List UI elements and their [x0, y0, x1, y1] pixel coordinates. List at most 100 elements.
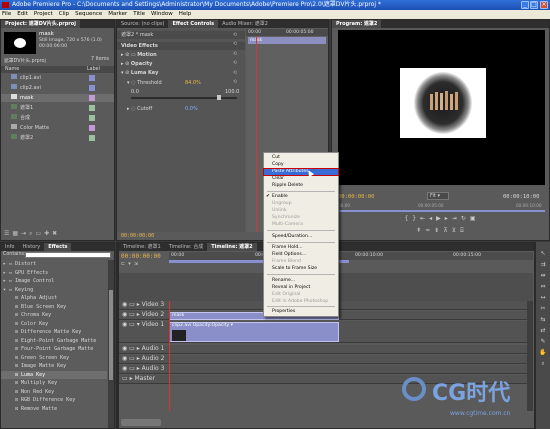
- menu-field-options[interactable]: Field Options...: [264, 252, 338, 258]
- play-icon[interactable]: ▶: [436, 215, 445, 222]
- automate-icon[interactable]: ⇥: [21, 230, 29, 237]
- folder-distort[interactable]: ▸ ▭ Distort: [1, 260, 107, 268]
- go-to-prev-edit-icon[interactable]: ⇞: [416, 227, 425, 234]
- razor-icon[interactable]: ✂: [536, 303, 550, 314]
- lift-icon[interactable]: ⊼: [443, 227, 451, 234]
- program-ruler[interactable]: 00:00 00:00:05:00 00:00:10:00: [338, 203, 545, 209]
- jog-icon[interactable]: ≈: [425, 227, 434, 234]
- tab-timeline-1[interactable]: Timeline: 遮罩1: [119, 243, 165, 251]
- step-forward-icon[interactable]: ▸: [445, 215, 452, 222]
- effect-item[interactable]: ⊡ Color Key: [1, 320, 107, 328]
- timeline-playhead[interactable]: [169, 301, 170, 411]
- menu-marker[interactable]: Marker: [108, 11, 127, 17]
- menu-speed-duration[interactable]: Speed/Duration...: [264, 234, 338, 240]
- effect-item[interactable]: ⊡ Multiply Key: [1, 379, 107, 387]
- effect-item[interactable]: ⊡ Four-Point Garbage Matte: [1, 345, 107, 353]
- timeline-timecode[interactable]: 00:00:00:00: [121, 253, 161, 260]
- list-item[interactable]: 遮罩2: [1, 134, 114, 142]
- list-item[interactable]: 遮罩1: [1, 104, 114, 112]
- fit-dropdown[interactable]: Fit ▾: [427, 192, 449, 200]
- maximize-icon[interactable]: □: [530, 1, 538, 9]
- tab-effects[interactable]: Effects: [44, 243, 72, 251]
- loop-icon[interactable]: ↻: [461, 215, 470, 222]
- menu-enable[interactable]: ✔ Enable: [264, 194, 338, 200]
- close-icon[interactable]: ×: [540, 1, 548, 9]
- effect-item[interactable]: ⊡ Eight-Point Garbage Matte: [1, 337, 107, 345]
- rate-stretch-icon[interactable]: ↔: [536, 292, 550, 303]
- clip-avi[interactable]: clip2.avi Opacity:Opacity ▾: [169, 322, 339, 342]
- col-label[interactable]: Label: [87, 66, 100, 73]
- reset-icon[interactable]: ⟲: [225, 78, 245, 87]
- effects-search-input[interactable]: [25, 252, 111, 258]
- effect-item[interactable]: ⊡ Difference Matte Key: [1, 328, 107, 336]
- extract-icon[interactable]: ⊻: [452, 227, 460, 234]
- menu-edit[interactable]: Edit: [17, 11, 28, 17]
- tab-audio-mixer[interactable]: Audio Mixer: 遮罩2: [218, 20, 272, 28]
- menu-window[interactable]: Window: [151, 11, 173, 17]
- effect-item[interactable]: ⊡ Blue Screen Key: [1, 303, 107, 311]
- tab-program[interactable]: Program: 遮罩2: [332, 20, 382, 28]
- mini-clip-bar[interactable]: mask: [248, 37, 326, 44]
- list-item-selected[interactable]: mask: [1, 94, 114, 102]
- timeline-scrollbar[interactable]: [527, 301, 533, 411]
- menu-file[interactable]: File: [2, 11, 11, 17]
- menu-frame-hold[interactable]: Frame Hold...: [264, 245, 338, 251]
- tab-timeline-3[interactable]: Timeline: 遮罩2: [207, 243, 257, 251]
- program-timecode[interactable]: 00:00:00:00: [338, 194, 374, 200]
- menu-clear[interactable]: Clear: [264, 176, 338, 182]
- folder-gpu-effects[interactable]: ▸ ▭ GPU Effects: [1, 269, 107, 277]
- current-time-indicator[interactable]: [256, 36, 257, 232]
- menu-help[interactable]: Help: [179, 11, 192, 17]
- go-to-in-icon[interactable]: ⇤: [420, 215, 429, 222]
- ripple-edit-icon[interactable]: ⇹: [536, 270, 550, 281]
- folder-image-control[interactable]: ▸ ▭ Image Control: [1, 277, 107, 285]
- col-name[interactable]: Name: [5, 67, 19, 72]
- slide-icon[interactable]: ⇄: [536, 325, 550, 336]
- selection-tool-icon[interactable]: ↖: [536, 248, 550, 259]
- reset-icon[interactable]: ⟲: [225, 50, 245, 59]
- menu-sequence[interactable]: Sequence: [75, 11, 102, 17]
- safe-margins-icon[interactable]: ▣: [470, 215, 480, 222]
- effect-item-selected[interactable]: ⊡ Luma Key: [1, 370, 107, 379]
- delete-icon[interactable]: ✖: [52, 230, 60, 237]
- reset-icon[interactable]: ⟲: [225, 69, 245, 78]
- menu-ripple-delete[interactable]: Ripple Delete: [264, 183, 338, 189]
- threshold-value[interactable]: 84.0%: [185, 79, 201, 87]
- effect-item[interactable]: ⊡ Remove Matte: [1, 405, 107, 413]
- reset-icon[interactable]: ⟲: [225, 31, 245, 40]
- tab-timeline-2[interactable]: Timeline: 合成: [165, 243, 208, 251]
- menu-paste-attributes[interactable]: Paste Attributes: [263, 168, 339, 176]
- menu-reveal-in-project[interactable]: Reveal in Project: [264, 285, 338, 291]
- track-select-icon[interactable]: ⇉: [536, 259, 550, 270]
- tab-effect-controls[interactable]: Effect Controls: [168, 20, 219, 28]
- effect-timecode[interactable]: 00:00:00:00: [121, 233, 154, 239]
- menu-cut[interactable]: Cut: [264, 155, 338, 161]
- effect-item[interactable]: ⊡ RGB Difference Key: [1, 396, 107, 404]
- go-to-out-icon[interactable]: ⇥: [452, 215, 461, 222]
- effect-item[interactable]: ⊡ Chroma Key: [1, 311, 107, 319]
- minimize-icon[interactable]: _: [521, 1, 529, 9]
- rolling-edit-icon[interactable]: ⇔: [536, 281, 550, 292]
- menu-copy[interactable]: Copy: [264, 162, 338, 168]
- hand-icon[interactable]: ✋: [536, 347, 550, 358]
- menu-properties[interactable]: Properties: [264, 309, 338, 315]
- tab-source[interactable]: Source: (no clips): [117, 20, 168, 28]
- icon-view-icon[interactable]: ▦: [12, 230, 21, 237]
- reset-icon[interactable]: ⟲: [225, 40, 245, 49]
- tab-history[interactable]: History: [18, 243, 44, 251]
- effect-item[interactable]: ⊡ Image Matte Key: [1, 362, 107, 370]
- menu-title[interactable]: Title: [133, 11, 145, 17]
- go-to-next-edit-icon[interactable]: ⇟: [434, 227, 443, 234]
- new-bin-icon[interactable]: ▭: [35, 230, 44, 237]
- list-item[interactable]: Color Matte: [1, 124, 114, 132]
- pen-icon[interactable]: ✎: [536, 336, 550, 347]
- slip-icon[interactable]: ⇆: [536, 314, 550, 325]
- effects-scrollbar[interactable]: [108, 260, 114, 428]
- list-item[interactable]: clip1.avi: [1, 74, 114, 82]
- timeline-zoom-slider[interactable]: [121, 419, 161, 426]
- timeline-ruler[interactable]: 00:0000:00:05:0000:00:10:0000:00:15:00: [169, 252, 533, 260]
- zoom-icon[interactable]: ⌕: [536, 358, 550, 369]
- list-item[interactable]: clip2.avi: [1, 84, 114, 92]
- effect-item[interactable]: ⊡ Non Red Key: [1, 388, 107, 396]
- mark-out-icon[interactable]: }: [412, 215, 420, 222]
